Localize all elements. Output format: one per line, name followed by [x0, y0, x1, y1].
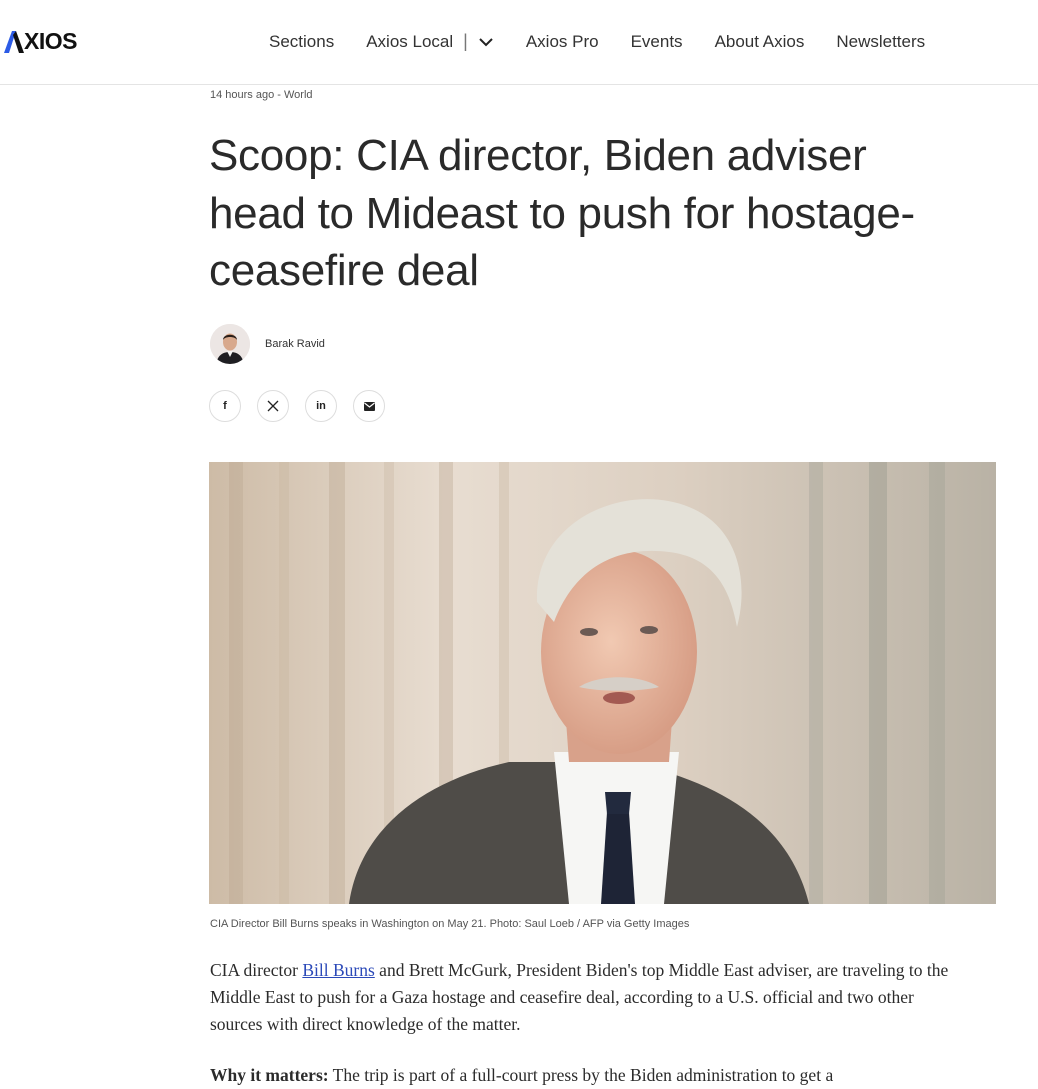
nav-axios-local[interactable]: Axios Local |	[366, 31, 494, 52]
axios-logo-text: XIOS	[24, 28, 77, 54]
byline: Barak Ravid	[210, 324, 325, 364]
author-name[interactable]: Barak Ravid	[265, 338, 325, 350]
author-avatar[interactable]	[210, 324, 250, 364]
linkedin-glyph: in	[316, 400, 326, 412]
main-nav: Sections Axios Local | Axios Pro Events …	[269, 31, 925, 52]
article-paragraph-1: CIA director Bill Burns and Brett McGurk…	[210, 957, 970, 1038]
nav-sections[interactable]: Sections	[269, 32, 334, 52]
nav-about[interactable]: About Axios	[715, 32, 805, 52]
p1-before: CIA director	[210, 960, 303, 980]
facebook-icon[interactable]: f	[209, 390, 241, 422]
facebook-glyph: f	[223, 400, 227, 412]
chevron-down-icon[interactable]	[478, 34, 494, 50]
email-icon[interactable]	[353, 390, 385, 422]
image-caption: CIA Director Bill Burns speaks in Washin…	[210, 918, 690, 930]
share-bar: f in	[209, 390, 401, 422]
linkedin-icon[interactable]: in	[305, 390, 337, 422]
bill-burns-link[interactable]: Bill Burns	[302, 960, 374, 980]
axios-logo[interactable]: XIOS	[4, 28, 77, 55]
hero-image	[209, 462, 996, 904]
article-meta: 14 hours ago - World	[210, 89, 313, 101]
nav-axios-pro[interactable]: Axios Pro	[526, 32, 599, 52]
article-headline: Scoop: CIA director, Biden adviser head …	[209, 131, 915, 295]
why-it-matters-label: Why it matters:	[210, 1065, 329, 1085]
nav-separator: |	[463, 31, 468, 51]
p2-text: The trip is part of a full-court press b…	[328, 1065, 834, 1085]
x-icon[interactable]	[257, 390, 289, 422]
nav-events[interactable]: Events	[631, 32, 683, 52]
nav-axios-local-label: Axios Local	[366, 31, 454, 51]
site-header: XIOS Sections Axios Local | Axios Pro Ev…	[0, 0, 1038, 85]
article-paragraph-2: Why it matters: The trip is part of a fu…	[210, 1062, 970, 1089]
nav-newsletters[interactable]: Newsletters	[836, 32, 925, 52]
axios-logo-mark	[4, 30, 24, 53]
